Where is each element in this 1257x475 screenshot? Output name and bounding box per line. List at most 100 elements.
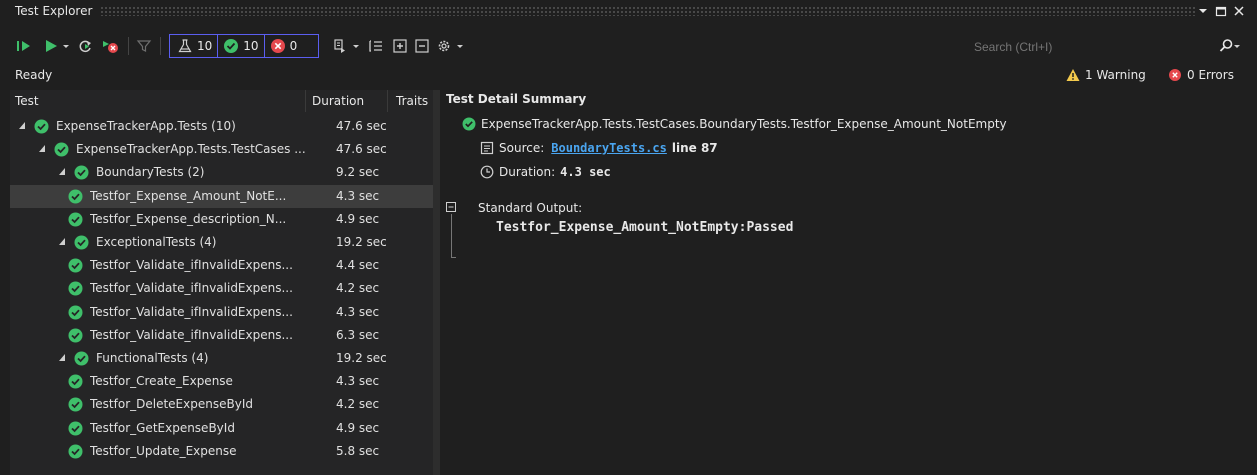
search-icon[interactable] xyxy=(1218,38,1234,54)
test-duration: 4.3 sec xyxy=(336,304,380,319)
tree-group-row[interactable]: ExpenseTrackerApp.Tests (10) 47.6 sec xyxy=(10,115,433,138)
total-tests-filter[interactable]: 10 xyxy=(177,38,212,54)
tree-group-row[interactable]: FunctionalTests (4) 19.2 sec xyxy=(10,347,433,370)
flask-icon xyxy=(178,39,192,53)
expand-chevron-icon[interactable] xyxy=(38,144,46,154)
test-name: Testfor_Validate_ifInvalidExpens... xyxy=(90,304,293,319)
collapse-all-icon[interactable] xyxy=(412,33,432,59)
test-duration: 47.6 sec xyxy=(336,119,387,133)
test-row[interactable]: Testfor_Update_Expense 5.8 sec xyxy=(10,440,433,463)
test-duration: 47.6 sec xyxy=(336,142,387,157)
source-line: line 87 xyxy=(671,141,718,155)
repeat-last-run-icon[interactable] xyxy=(76,33,96,59)
failed-count: 0 xyxy=(289,39,298,53)
detail-test-name: ExpenseTrackerApp.Tests.TestCases.Bounda… xyxy=(481,117,1007,131)
passed-icon xyxy=(462,117,476,131)
test-name: Testfor_Validate_ifInvalidExpens... xyxy=(90,327,293,342)
filter-divider xyxy=(217,35,219,57)
test-row[interactable]: Testfor_Validate_ifInvalidExpens... 6.3 s… xyxy=(10,324,433,347)
test-duration: 4.4 sec xyxy=(336,258,380,273)
settings-gear-icon[interactable] xyxy=(434,33,454,59)
detail-duration-row: Duration: 4.3 sec xyxy=(480,165,611,179)
source-label: Source: xyxy=(499,141,545,155)
errors-indicator[interactable]: 0 Errors xyxy=(1168,68,1234,82)
tree-group-row[interactable]: ExpenseTrackerApp.Tests.TestCases ... 47.… xyxy=(10,138,433,161)
run-all-icon[interactable] xyxy=(14,33,36,59)
run-dropdown-chevron-icon[interactable] xyxy=(60,33,72,59)
passed-icon xyxy=(68,281,83,296)
window-menu-chevron-icon[interactable] xyxy=(1196,4,1210,18)
column-header-duration[interactable]: Duration xyxy=(312,90,364,112)
test-detail-pane: Test Detail Summary ExpenseTrackerApp.Te… xyxy=(440,90,1257,475)
test-duration: 4.3 sec xyxy=(336,374,380,389)
total-count: 10 xyxy=(197,39,213,53)
column-divider[interactable] xyxy=(387,90,388,112)
passed-icon xyxy=(74,351,89,366)
output-tree-line xyxy=(451,214,452,258)
expand-chevron-icon[interactable] xyxy=(58,353,66,363)
expand-chevron-icon[interactable] xyxy=(58,167,66,177)
duration-value: 4.3 sec xyxy=(560,165,611,179)
passed-icon xyxy=(54,142,69,157)
test-duration: 4.9 sec xyxy=(336,211,380,226)
source-file-link[interactable]: BoundaryTests.cs xyxy=(551,141,667,155)
test-name: Testfor_Expense_Amount_NotE... xyxy=(90,188,287,203)
maximize-icon[interactable] xyxy=(1214,4,1228,18)
search-box[interactable] xyxy=(966,35,1240,58)
output-collapse-icon[interactable] xyxy=(445,201,457,213)
title-bar: Test Explorer xyxy=(0,0,1257,22)
passed-icon xyxy=(68,305,83,320)
run-failed-tests-icon[interactable] xyxy=(100,33,122,59)
pane-splitter[interactable] xyxy=(433,90,440,475)
playlist-icon[interactable] xyxy=(330,33,350,59)
test-tree-pane: Test Duration Traits ExpenseTrackerApp.T… xyxy=(10,90,433,475)
passed-icon xyxy=(68,444,83,459)
test-duration: 9.2 sec xyxy=(336,165,380,180)
expand-chevron-icon[interactable] xyxy=(58,237,66,247)
test-name: Testfor_Create_Expense xyxy=(90,374,233,389)
passed-icon xyxy=(68,258,83,273)
playlist-dropdown-chevron-icon[interactable] xyxy=(350,33,362,59)
test-name: ExceptionalTests (4) xyxy=(96,235,217,249)
detail-test-name-row: ExpenseTrackerApp.Tests.TestCases.Bounda… xyxy=(462,117,1007,131)
group-by-icon[interactable] xyxy=(366,33,386,59)
passed-icon xyxy=(68,212,83,227)
filter-divider xyxy=(263,35,265,57)
expand-all-icon[interactable] xyxy=(390,33,410,59)
close-icon[interactable] xyxy=(1232,4,1246,18)
toolbar-separator xyxy=(128,37,129,55)
tree-group-row[interactable]: BoundaryTests (2) 9.2 sec xyxy=(10,161,433,184)
search-options-chevron-icon[interactable] xyxy=(1233,38,1241,54)
passed-count: 10 xyxy=(243,39,259,53)
column-header-test[interactable]: Test xyxy=(15,90,39,112)
test-row[interactable]: Testfor_GetExpenseById 4.9 sec xyxy=(10,417,433,440)
test-duration: 4.3 sec xyxy=(336,188,380,203)
test-row[interactable]: Testfor_Expense_Amount_NotE... 4.3 sec xyxy=(10,184,433,208)
test-row[interactable]: Testfor_Create_Expense 4.3 sec xyxy=(10,370,433,393)
tree-group-row[interactable]: ExceptionalTests (4) 19.2 sec xyxy=(10,231,433,254)
title-grip[interactable] xyxy=(100,6,1195,16)
detail-source-row: Source: BoundaryTests.cs line 87 xyxy=(480,141,718,155)
settings-dropdown-chevron-icon[interactable] xyxy=(454,33,466,59)
test-duration: 4.9 sec xyxy=(336,420,380,435)
filter-icon[interactable] xyxy=(134,33,154,59)
search-input[interactable] xyxy=(966,38,1196,55)
expand-chevron-icon[interactable] xyxy=(18,121,26,131)
column-header-traits[interactable]: Traits xyxy=(396,90,428,112)
column-divider[interactable] xyxy=(305,90,306,112)
test-row[interactable]: Testfor_Validate_ifInvalidExpens... 4.2 s… xyxy=(10,277,433,300)
passed-tests-filter[interactable]: 10 xyxy=(223,38,259,54)
test-duration: 6.3 sec xyxy=(336,327,380,342)
duration-label: Duration: xyxy=(499,165,556,179)
failed-tests-filter[interactable]: 0 xyxy=(270,38,298,54)
test-row[interactable]: Testfor_Expense_description_N... 4.9 sec xyxy=(10,208,433,231)
test-duration: 19.2 sec xyxy=(336,235,387,249)
test-row[interactable]: Testfor_DeleteExpenseById 4.2 sec xyxy=(10,393,433,416)
test-row[interactable]: Testfor_Validate_ifInvalidExpens... 4.3 s… xyxy=(10,301,433,324)
warning-icon xyxy=(1066,69,1080,81)
run-icon[interactable] xyxy=(42,33,60,59)
warnings-indicator[interactable]: 1 Warning xyxy=(1066,68,1146,82)
test-count-filters: 10 10 0 xyxy=(169,34,319,58)
output-text: Testfor_Expense_Amount_NotEmpty:Passed xyxy=(496,220,794,235)
test-row[interactable]: Testfor_Validate_ifInvalidExpens... 4.4 s… xyxy=(10,254,433,277)
